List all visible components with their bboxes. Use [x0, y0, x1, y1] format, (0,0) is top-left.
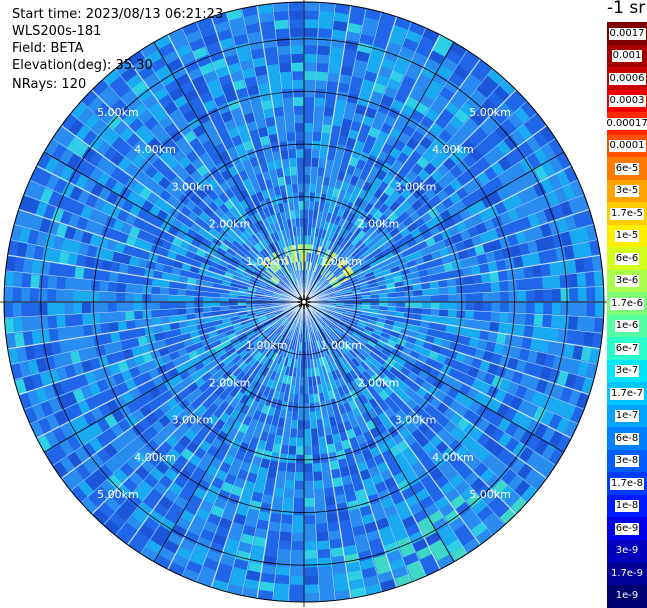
colorbar-cell: 1.7e-5: [607, 202, 647, 225]
colorbar-label: 3e-5: [614, 185, 640, 197]
colorbar-label: 1.7e-7: [609, 387, 645, 400]
colorbar-label: 0.00017: [605, 117, 647, 130]
colorbar-cell: 3e-9: [607, 539, 647, 563]
colorbar-label: 3e-8: [614, 455, 640, 467]
start-time-text: Start time: 2023/08/13 06:21:23: [12, 7, 224, 22]
range-label: 1.00km: [246, 255, 288, 268]
range-label: 4.00km: [432, 143, 474, 156]
scan-info-panel: Start time: 2023/08/13 06:21:23 WLS200s-…: [12, 6, 223, 93]
range-label: 5.00km: [97, 488, 139, 501]
colorbar-label: 6e-9: [614, 522, 640, 535]
colorbar-cell: 1e-7: [607, 404, 647, 428]
range-label: 3.00km: [172, 180, 214, 193]
colorbar-label: 1e-6: [614, 320, 640, 332]
instrument-text: WLS200s-181: [12, 24, 102, 39]
colorbar-cell: 0.0006: [607, 67, 647, 90]
colorbar-cell: 6e-7: [607, 337, 647, 360]
colorbar-cell: 6e-5: [607, 157, 647, 180]
colorbar-label: 1e-5: [614, 230, 640, 242]
range-label: 3.00km: [172, 414, 214, 427]
colorbar-label: 1.7e-8: [609, 477, 645, 490]
range-label: 1.00km: [320, 255, 362, 268]
colorbar-label: 0.0017: [608, 27, 646, 40]
range-label: 3.00km: [395, 414, 437, 427]
colorbar-label: 3e-6: [614, 275, 640, 287]
colorbar-cell: 1e-8: [607, 494, 647, 518]
range-label: 3.00km: [395, 180, 437, 193]
colorbar-cell: 0.001: [607, 44, 647, 68]
colorbar-cell: 0.0017: [607, 22, 647, 45]
colorbar-label: 1e-7: [614, 410, 640, 422]
colorbar-cell: 1.7e-7: [607, 382, 647, 405]
colorbar-cell: 1e-9: [607, 584, 647, 608]
range-label: 2.00km: [358, 218, 400, 231]
colorbar-label: 0.0003: [608, 95, 646, 107]
colorbar-cell: 0.0001: [607, 134, 647, 158]
range-label: 1.00km: [320, 339, 362, 352]
colorbar-cell: 6e-8: [607, 427, 647, 450]
range-label: 1.00km: [246, 339, 288, 352]
colorbar-cell: 1e-6: [607, 314, 647, 338]
field-text: Field: BETA: [12, 41, 84, 56]
colorbar-cell: 3e-7: [607, 359, 647, 383]
range-label: 4.00km: [134, 143, 176, 156]
elevation-text: Elevation(deg): 35.30: [12, 58, 153, 73]
colorbar-label: 1e-8: [614, 500, 640, 512]
nrays-text: NRays: 120: [12, 77, 87, 92]
colorbar-cell: 3e-6: [607, 269, 647, 293]
colorbar-cell: 6e-6: [607, 247, 647, 270]
range-label: 2.00km: [209, 218, 251, 231]
colorbar-cell: 6e-9: [607, 517, 647, 540]
range-label: 5.00km: [97, 106, 139, 119]
colorbar-label: 1.7e-5: [609, 207, 645, 220]
range-label: 4.00km: [432, 451, 474, 464]
colorbar-cell: 0.0003: [607, 89, 647, 113]
colorbar-cell: 1e-5: [607, 224, 647, 248]
colorbar-cell: 1.7e-8: [607, 472, 647, 495]
range-label: 4.00km: [134, 451, 176, 464]
colorbar-cell: 3e-8: [607, 449, 647, 473]
colorbar-cell: 1.7e-6: [607, 292, 647, 315]
colorbar-label: 6e-6: [614, 252, 640, 265]
colorbar-label: 6e-5: [614, 162, 640, 175]
range-label: 2.00km: [209, 376, 251, 389]
radar-origin-marker: [297, 295, 311, 309]
colorbar-cell: 0.00017: [605, 112, 647, 135]
colorbar-cell: 3e-5: [607, 179, 647, 203]
colorbar-label: 0.001: [611, 50, 643, 62]
colorbar-label: 1.7e-6: [609, 297, 645, 310]
colorbar-label: 1e-9: [615, 590, 639, 601]
range-label: 2.00km: [358, 376, 400, 389]
colorbar-label: 3e-7: [614, 365, 640, 377]
colorbar-label: 3e-9: [615, 545, 639, 556]
range-label: 5.00km: [469, 488, 511, 501]
colorbar-label: 1.7e-9: [610, 567, 644, 579]
colorbar-unit: -1 sr: [607, 0, 646, 18]
colorbar-label: 0.0006: [608, 72, 646, 85]
colorbar-label: 6e-7: [614, 342, 640, 355]
range-label: 5.00km: [469, 106, 511, 119]
colorbar-cell: 1.7e-9: [607, 562, 647, 585]
colorbar-label: 6e-8: [614, 432, 640, 445]
colorbar-label: 0.0001: [608, 140, 646, 152]
